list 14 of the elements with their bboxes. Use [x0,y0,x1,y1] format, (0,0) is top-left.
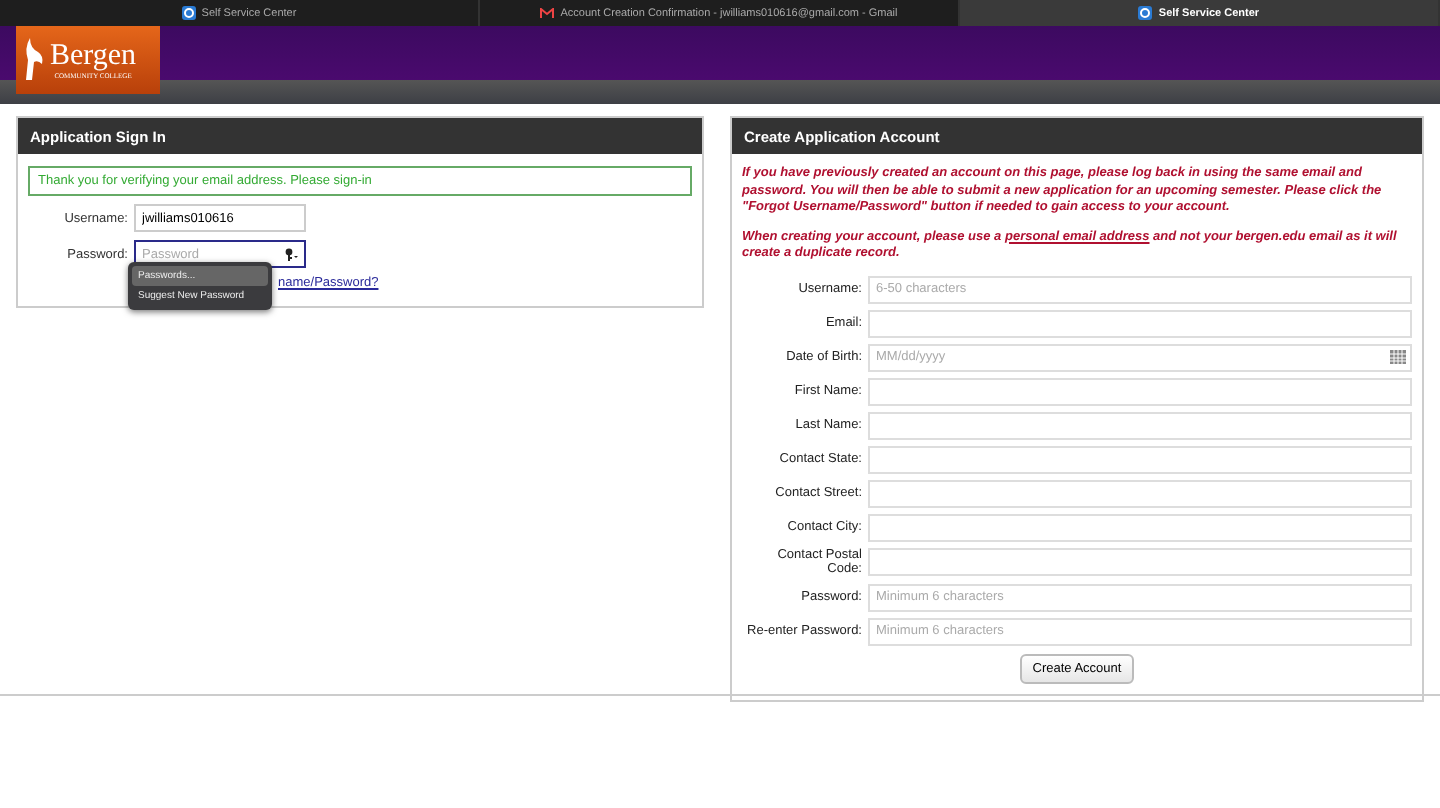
input-field[interactable] [868,548,1412,576]
calendar-icon[interactable] [1390,350,1406,364]
input-field[interactable] [868,411,1412,439]
mail-icon [540,8,555,18]
input-field[interactable] [868,309,1412,337]
input-field[interactable] [868,445,1412,473]
logo-name: Bergen [50,41,137,71]
input-field[interactable] [868,513,1412,541]
key-icon [284,247,298,261]
input-field[interactable] [868,479,1412,507]
app-icon [1138,6,1153,20]
input-field[interactable] [868,377,1412,405]
app-icon [181,6,196,20]
flame-icon [22,36,46,84]
